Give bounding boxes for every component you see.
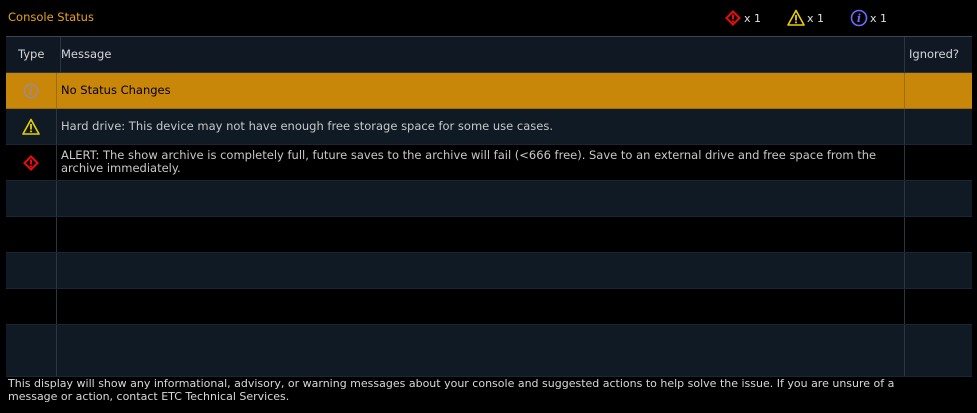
- table-row[interactable]: i No Status Changes: [6, 73, 972, 109]
- row-ignored-cell: [904, 325, 972, 376]
- table-header: Type Message Ignored?: [6, 37, 972, 73]
- empty-row: [6, 217, 972, 253]
- console-status-window: Console Status x 1 x 1 i x 1 Type Messag…: [0, 0, 977, 413]
- alert-count-label: x 1: [744, 11, 762, 25]
- column-header-message[interactable]: Message: [60, 37, 111, 72]
- info-icon: i: [23, 83, 38, 98]
- info-icon: i: [850, 9, 868, 27]
- column-header-ignored[interactable]: Ignored?: [904, 37, 959, 72]
- row-ignored-cell: [904, 289, 972, 324]
- table-body: i No Status Changes Hard drive: This dev…: [6, 73, 972, 377]
- warning-icon: [787, 9, 805, 26]
- row-ignored-cell[interactable]: [904, 109, 972, 144]
- title-bar: Console Status x 1 x 1 i x 1: [0, 0, 977, 34]
- warning-count: x 1: [787, 9, 824, 27]
- column-header-type[interactable]: Type: [18, 37, 44, 72]
- help-text: This display will show any informational…: [8, 377, 895, 403]
- table-row[interactable]: Hard drive: This device may not have eno…: [6, 109, 972, 145]
- row-ignored-cell: [904, 217, 972, 252]
- row-message: [56, 325, 896, 376]
- row-message: Hard drive: This device may not have eno…: [56, 109, 896, 144]
- row-message: [56, 217, 896, 252]
- status-counts: x 1 x 1 i x 1: [0, 9, 977, 27]
- row-ignored-cell[interactable]: [904, 145, 972, 180]
- row-message: [56, 289, 896, 324]
- empty-row: [6, 181, 972, 217]
- alert-icon: [725, 10, 741, 26]
- row-ignored-cell: [904, 181, 972, 216]
- svg-text:i: i: [29, 86, 33, 97]
- info-count: i x 1: [850, 9, 887, 27]
- info-count-label: x 1: [870, 11, 888, 25]
- row-message: [56, 253, 896, 288]
- row-type-cell: i: [6, 73, 55, 108]
- table-row[interactable]: ALERT: The show archive is completely fu…: [6, 145, 972, 181]
- row-type-cell: [6, 145, 55, 180]
- row-type-cell: [6, 109, 55, 144]
- row-ignored-cell[interactable]: [904, 73, 972, 108]
- empty-row: [6, 253, 972, 289]
- svg-text:i: i: [857, 12, 861, 25]
- warning-count-label: x 1: [807, 11, 825, 25]
- status-table: Type Message Ignored? i No Status Change…: [6, 36, 972, 377]
- empty-row: [6, 325, 972, 377]
- warning-icon: [21, 118, 40, 135]
- row-ignored-cell: [904, 253, 972, 288]
- column-header-message-label: Message: [61, 47, 112, 61]
- empty-row: [6, 289, 972, 325]
- alert-icon: [22, 154, 39, 171]
- row-message: ALERT: The show archive is completely fu…: [56, 145, 896, 180]
- row-message: [56, 181, 896, 216]
- row-message: No Status Changes: [56, 73, 896, 108]
- alert-count: x 1: [724, 9, 761, 27]
